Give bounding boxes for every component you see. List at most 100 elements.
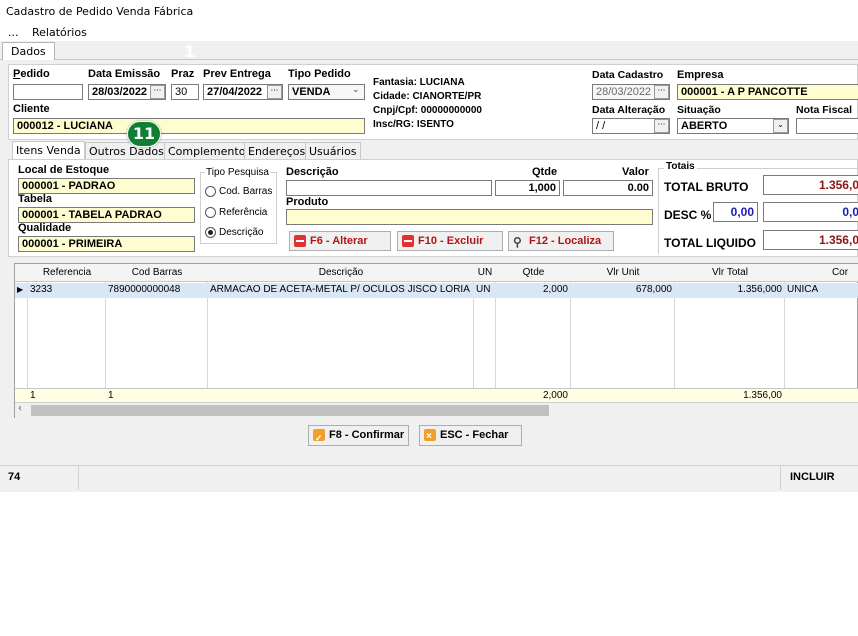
confirm-check-icon: ✓ — [313, 429, 325, 443]
qtde-field[interactable]: 1,000 — [495, 180, 560, 196]
scrollbar-thumb[interactable] — [31, 405, 549, 416]
table-row[interactable]: ▶ 3233 7890000000048 ARMACAO DE ACETA-ME… — [15, 283, 858, 298]
order-form-window: Cadastro de Pedido Venda Fábrica ... Rel… — [0, 0, 858, 492]
pedido-label-text: edido — [20, 68, 50, 80]
tabela-field[interactable]: 000001 - TABELA PADRAO — [18, 207, 195, 223]
status-bar: 74 INCLUIR — [0, 465, 858, 490]
tab-itens-venda[interactable]: Itens Venda — [12, 141, 85, 160]
data-emissao-label: Data Emissão — [88, 68, 161, 80]
cliente-field[interactable]: 000012 - LUCIANA — [13, 118, 365, 134]
radio-referencia[interactable] — [205, 207, 216, 218]
situacao-label: Situação — [677, 104, 721, 116]
esc-fechar-button[interactable]: × ESC - Fechar — [419, 425, 522, 446]
title-bar: Cadastro de Pedido Venda Fábrica — [0, 0, 858, 22]
close-icon: × — [424, 429, 436, 442]
produto-field[interactable] — [286, 209, 653, 225]
tab-usuarios[interactable]: Usuários — [305, 142, 361, 160]
footer-vlr-total-sum: 1.356,00 — [743, 390, 782, 401]
qtde-label: Qtde — [532, 166, 558, 178]
desc-percent-field[interactable]: 0,00 — [713, 202, 758, 222]
tipo-pedido-label: Tipo Pedido — [288, 68, 351, 80]
cell-cod-barras: 7890000000048 — [108, 284, 181, 295]
status-mode: INCLUIR — [790, 471, 835, 483]
footer-referencia-count: 1 — [30, 390, 36, 401]
tab-outros-dados[interactable]: Outros Dados — [85, 142, 168, 160]
local-estoque-field[interactable]: 000001 - PADRAO — [18, 178, 195, 194]
annotation-badge: 11 — [127, 121, 161, 147]
f6-alterar-button[interactable]: F6 - Alterar — [289, 231, 391, 251]
prev-entrega-picker-button[interactable]: ··· — [267, 85, 282, 99]
col-header-qtde[interactable]: Qtde — [496, 267, 571, 278]
desc-value-field[interactable]: 0,0 — [763, 202, 858, 222]
data-alteracao-label: Data Alteração — [592, 104, 666, 116]
qualidade-field[interactable]: 000001 - PRIMEIRA — [18, 236, 195, 252]
data-cadastro-picker-button[interactable]: ··· — [654, 85, 669, 99]
desc-label: DESC % — [664, 208, 712, 222]
praz-field[interactable]: 30 — [171, 84, 199, 100]
fantasia-info: Fantasia: LUCIANA — [373, 77, 465, 88]
edit-icon — [294, 235, 306, 247]
cnpj-info: Cnpj/Cpf: 00000000000 — [373, 105, 482, 116]
tab-enderecos[interactable]: Endereços — [244, 142, 310, 160]
footer-qtde-sum: 2,000 — [542, 390, 568, 401]
esc-fechar-label: ESC - Fechar — [440, 429, 509, 441]
cidade-info: Cidade: CIANORTE/PR — [373, 91, 482, 102]
delete-icon — [402, 235, 414, 247]
f8-confirmar-button[interactable]: ✓ F8 - Confirmar — [308, 425, 409, 446]
praz-label: Praz — [171, 68, 195, 80]
chevron-down-icon: ⌄ — [352, 85, 360, 95]
f12-localiza-label: F12 - Localiza — [529, 235, 602, 247]
col-header-referencia[interactable]: Referencia — [28, 267, 106, 278]
descricao-field[interactable] — [286, 180, 492, 196]
f10-excluir-button[interactable]: F10 - Excluir — [397, 231, 503, 251]
window-title: Cadastro de Pedido Venda Fábrica — [6, 5, 194, 18]
grid-footer: 1 1 2,000 1.356,00 — [15, 388, 858, 402]
scroll-left-arrow-icon[interactable]: ‹ — [18, 403, 22, 414]
f12-localiza-button[interactable]: ⚲ F12 - Localiza — [508, 231, 614, 251]
col-header-un[interactable]: UN — [474, 267, 496, 278]
radio-descricao-label: Descrição — [219, 227, 264, 238]
radio-cod-barras[interactable] — [205, 186, 216, 197]
f10-excluir-label: F10 - Excluir — [418, 235, 484, 247]
cell-referencia: 3233 — [30, 284, 53, 295]
cell-cor: UNICA — [787, 284, 819, 295]
radio-referencia-label: Referência — [219, 207, 268, 218]
menu-relatorios[interactable]: Relatórios — [32, 26, 87, 39]
search-icon: ⚲ — [513, 235, 522, 249]
col-header-descricao[interactable]: Descrição — [208, 267, 474, 278]
empresa-field[interactable]: 000001 - A P PANCOTTE — [677, 84, 858, 100]
col-header-cor[interactable]: Cor — [785, 267, 858, 278]
status-record-count: 74 — [8, 471, 21, 483]
col-header-cod-barras[interactable]: Cod Barras — [106, 267, 208, 278]
nota-fiscal-label: Nota Fiscal — [796, 104, 853, 116]
nota-fiscal-field[interactable] — [796, 118, 858, 134]
pedido-field[interactable] — [13, 84, 83, 100]
pedido-label: Pedido — [13, 68, 50, 80]
data-alteracao-picker-button[interactable]: ··· — [654, 119, 669, 133]
items-grid[interactable]: Referencia Cod Barras Descrição UN Qtde … — [14, 263, 858, 418]
cell-vlr-unit: 678,000 — [635, 284, 672, 295]
f6-alterar-label: F6 - Alterar — [310, 235, 368, 247]
footer-cod-barras-count: 1 — [108, 390, 114, 401]
overlay-number: 1 — [184, 42, 196, 61]
radio-descricao[interactable] — [205, 227, 216, 238]
local-estoque-label: Local de Estoque — [18, 164, 110, 176]
qualidade-label: Qualidade — [18, 222, 72, 234]
chevron-down-icon: ⌄ — [773, 119, 788, 133]
data-cadastro-label: Data Cadastro — [592, 69, 664, 81]
tab-complemento[interactable]: Complemento — [164, 142, 250, 160]
data-emissao-picker-button[interactable]: ··· — [150, 85, 165, 99]
total-bruto-label: TOTAL BRUTO — [664, 180, 749, 194]
grid-horizontal-scrollbar[interactable]: ‹ — [15, 402, 858, 418]
col-header-vlr-total[interactable]: Vlr Total — [675, 267, 785, 278]
menu-ellipsis[interactable]: ... — [8, 26, 19, 39]
valor-label: Valor — [622, 166, 649, 178]
produto-label: Produto — [286, 196, 329, 208]
valor-field[interactable]: 0.00 — [563, 180, 653, 196]
tab-dados[interactable]: Dados — [2, 42, 55, 60]
cell-un: UN — [476, 284, 491, 295]
col-header-vlr-unit[interactable]: Vlr Unit — [571, 267, 675, 278]
tabela-label: Tabela — [18, 193, 53, 205]
cell-qtde: 2,000 — [542, 284, 568, 295]
tipo-pesquisa-label: Tipo Pesquisa — [205, 167, 270, 178]
